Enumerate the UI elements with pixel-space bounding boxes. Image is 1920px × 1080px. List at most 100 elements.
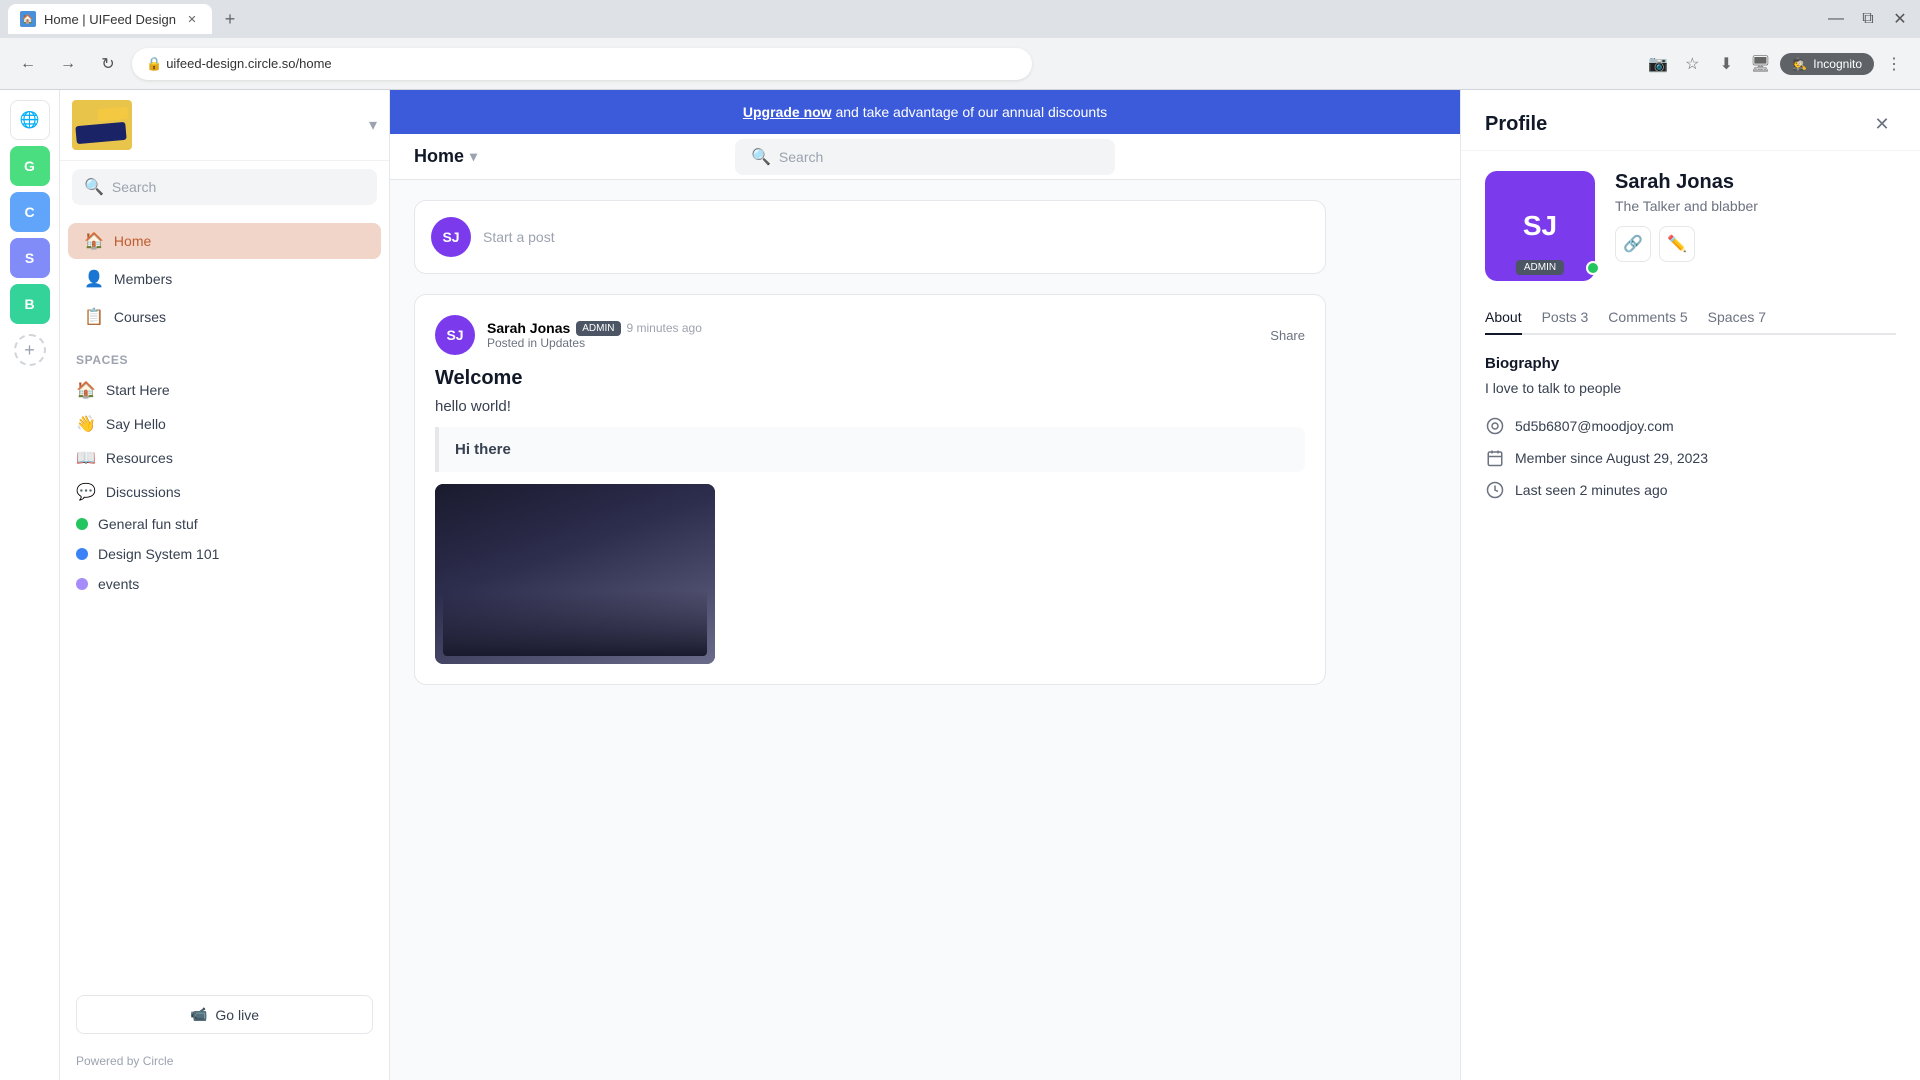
post-author-name[interactable]: Sarah Jonas	[487, 320, 570, 336]
members-icon: 👤	[84, 269, 104, 289]
profile-info: SJ ADMIN Sarah Jonas The Talker and blab…	[1485, 171, 1896, 281]
email-text: 5d5b6807@moodjoy.com	[1515, 418, 1674, 434]
refresh-button[interactable]: ↻	[92, 48, 124, 80]
edit-profile-button[interactable]: ✏️	[1659, 226, 1695, 262]
screen-icon[interactable]: 🖥	[1746, 50, 1774, 78]
window-minimize-button[interactable]: —	[1824, 7, 1848, 31]
share-button[interactable]: Share	[1270, 328, 1305, 343]
member-since-text: Member since August 29, 2023	[1515, 450, 1708, 466]
search-placeholder-top: Search	[779, 149, 823, 165]
space-label-general-fun: General fun stuf	[98, 516, 198, 532]
spaces-section: Spaces 🏠 Start Here 👋 Say Hello 📖 Resour…	[60, 345, 389, 607]
start-here-icon: 🏠	[76, 380, 96, 400]
window-close-button[interactable]: ✕	[1888, 7, 1912, 31]
post-composer[interactable]: SJ Start a post	[414, 200, 1326, 274]
search-icon-top: 🔍	[751, 147, 771, 167]
profile-actions: 🔗 ✏️	[1615, 226, 1758, 262]
back-button[interactable]: ←	[12, 48, 44, 80]
main-content: Upgrade now and take advantage of our an…	[390, 90, 1460, 1080]
tab-comments-label: Comments	[1608, 309, 1676, 325]
sidebar-icon-g[interactable]: G	[10, 146, 50, 186]
space-label-start-here: Start Here	[106, 382, 170, 398]
powered-by: Powered by Circle	[60, 1046, 389, 1080]
browser-tab[interactable]: 🏠 Home | UIFeed Design ✕	[8, 4, 212, 34]
nav-item-home-label: Home	[114, 233, 151, 249]
space-item-events[interactable]: events	[76, 569, 373, 599]
tab-comments[interactable]: Comments 5	[1608, 301, 1687, 333]
nav-item-courses-label: Courses	[114, 309, 166, 325]
community-logo[interactable]	[72, 100, 132, 150]
search-icon: 🔍	[84, 177, 104, 197]
courses-icon: 📋	[84, 307, 104, 327]
incognito-button[interactable]: 🕵 Incognito	[1780, 53, 1874, 75]
sidebar-icon-c[interactable]: C	[10, 192, 50, 232]
green-dot-icon	[76, 518, 88, 530]
purple-dot-icon	[76, 578, 88, 590]
tab-spaces[interactable]: Spaces 7	[1708, 301, 1766, 333]
post-image	[435, 484, 715, 664]
new-tab-button[interactable]: +	[216, 5, 244, 33]
window-restore-button[interactable]: ⧉	[1856, 7, 1880, 31]
browser-chrome: 🏠 Home | UIFeed Design ✕ + — ⧉ ✕ ← → ↻ 🔒…	[0, 0, 1920, 90]
post-location: Posted in Updates	[487, 336, 1258, 350]
space-item-start-here[interactable]: 🏠 Start Here	[76, 373, 373, 407]
sidebar-icons: 🌐 G C S B +	[0, 90, 60, 1080]
copy-link-button[interactable]: 🔗	[1615, 226, 1651, 262]
profile-admin-badge: ADMIN	[1516, 260, 1564, 275]
download-icon[interactable]: ⬇	[1712, 50, 1740, 78]
sidebar-icon-globe[interactable]: 🌐	[10, 100, 50, 140]
space-item-resources[interactable]: 📖 Resources	[76, 441, 373, 475]
more-button[interactable]: ⋮	[1880, 50, 1908, 78]
post-header: SJ Sarah Jonas ADMIN 9 minutes ago Poste…	[435, 315, 1305, 355]
tab-favicon: 🏠	[20, 11, 36, 27]
tab-close-button[interactable]: ✕	[184, 11, 200, 27]
incognito-label: Incognito	[1813, 57, 1862, 71]
composer-input[interactable]: Start a post	[483, 229, 1309, 245]
home-title[interactable]: Home ▾	[414, 146, 477, 167]
space-item-discussions[interactable]: 💬 Discussions	[76, 475, 373, 509]
nav-header: ▾	[60, 90, 389, 161]
top-search-bar[interactable]: 🔍 Search	[735, 139, 1115, 175]
camera-icon[interactable]: 📷	[1644, 50, 1672, 78]
video-icon: 📹	[190, 1006, 207, 1023]
sidebar-icon-s[interactable]: S	[10, 238, 50, 278]
say-hello-icon: 👋	[76, 414, 96, 434]
post-author-row: Sarah Jonas ADMIN 9 minutes ago	[487, 320, 1258, 336]
upgrade-link[interactable]: Upgrade now	[743, 104, 832, 120]
tab-posts[interactable]: Posts 3	[1542, 301, 1589, 333]
add-community-button[interactable]: +	[14, 334, 46, 366]
last-seen-text: Last seen 2 minutes ago	[1515, 482, 1668, 498]
biography-text: I love to talk to people	[1485, 380, 1896, 396]
profile-panel: Profile ✕ SJ ADMIN Sarah Jonas The Talke…	[1460, 90, 1920, 1080]
space-item-general-fun[interactable]: General fun stuf	[76, 509, 373, 539]
nav-item-members[interactable]: 👤 Members	[68, 261, 381, 297]
spaces-heading: Spaces	[76, 353, 373, 367]
go-live-label: Go live	[215, 1007, 259, 1023]
profile-tabs: About Posts 3 Comments 5 Spaces 7	[1485, 301, 1896, 335]
post-time: 9 minutes ago	[627, 321, 702, 335]
search-bar[interactable]: 🔍 Search	[72, 169, 377, 205]
sidebar-icon-b[interactable]: B	[10, 284, 50, 324]
content-area: SJ Start a post SJ Sarah Jonas ADMIN 9 m…	[390, 180, 1350, 721]
nav-collapse-button[interactable]: ▾	[369, 115, 377, 135]
space-item-say-hello[interactable]: 👋 Say Hello	[76, 407, 373, 441]
post-body: hello world!	[435, 398, 1305, 415]
profile-panel-header: Profile ✕	[1461, 90, 1920, 151]
space-label-say-hello: Say Hello	[106, 416, 166, 432]
tab-about[interactable]: About	[1485, 301, 1522, 333]
clock-icon	[1485, 480, 1505, 500]
bookmark-icon[interactable]: ☆	[1678, 50, 1706, 78]
space-item-design-system[interactable]: Design System 101	[76, 539, 373, 569]
nav-item-home[interactable]: 🏠 Home	[68, 223, 381, 259]
email-icon	[1485, 416, 1505, 436]
forward-button[interactable]: →	[52, 48, 84, 80]
go-live-button[interactable]: 📹 Go live	[76, 995, 373, 1034]
nav-item-courses[interactable]: 📋 Courses	[68, 299, 381, 335]
tab-about-label: About	[1485, 309, 1522, 325]
profile-panel-title: Profile	[1485, 113, 1547, 136]
profile-close-button[interactable]: ✕	[1868, 110, 1896, 138]
composer-avatar: SJ	[431, 217, 471, 257]
address-bar[interactable]: 🔒 uifeed-design.circle.so/home	[132, 48, 1032, 80]
search-placeholder: Search	[112, 179, 156, 195]
url-text: uifeed-design.circle.so/home	[166, 56, 331, 71]
